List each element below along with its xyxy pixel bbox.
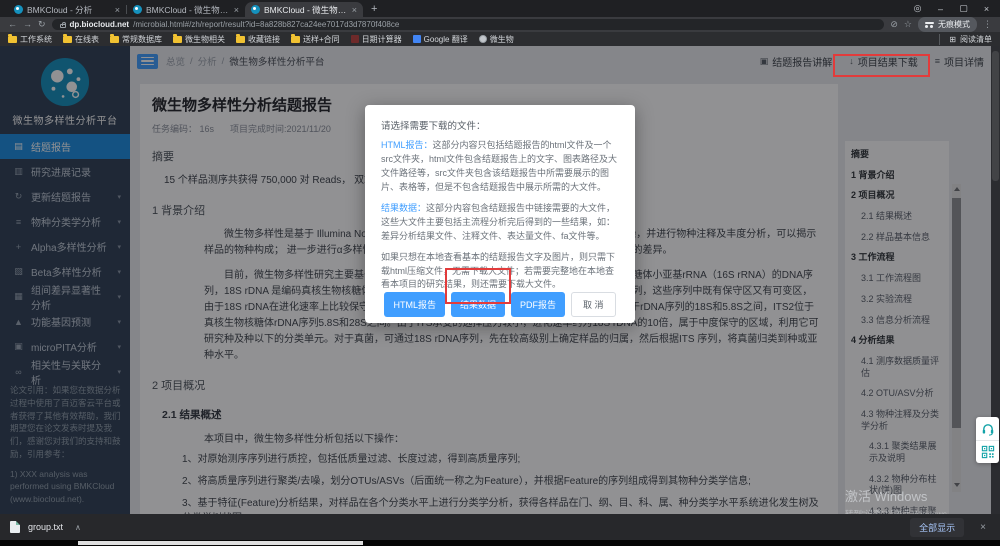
reading-list-button[interactable]: ⊞ 阅读清单 bbox=[939, 34, 992, 45]
browser-tab-2[interactable]: BMKCloud - 微生物多样性分析 × bbox=[127, 2, 245, 17]
close-button[interactable]: × bbox=[975, 4, 998, 14]
bookmark-item[interactable]: 日期计算器 bbox=[351, 34, 402, 45]
globe-icon bbox=[479, 35, 487, 43]
tab-title: BMKCloud - 分析 bbox=[27, 4, 111, 16]
browser-tab-1[interactable]: BMKCloud - 分析 × bbox=[8, 2, 126, 17]
caret-up-icon[interactable]: ∧ bbox=[75, 523, 81, 532]
tab-close-icon[interactable]: × bbox=[115, 5, 120, 15]
close-shelf-icon[interactable]: × bbox=[980, 522, 986, 533]
folder-icon bbox=[173, 36, 182, 43]
floating-widget bbox=[976, 417, 999, 463]
result-data-label: 结果数据： bbox=[381, 203, 426, 213]
downloaded-file-button[interactable]: group.txt bbox=[28, 522, 63, 532]
taskbar-strip bbox=[0, 540, 1000, 546]
minimize-button[interactable]: – bbox=[929, 4, 952, 14]
taskbar-segment bbox=[78, 541, 363, 545]
bookmark-item[interactable]: 送样+合同 bbox=[291, 34, 340, 45]
incognito-label: 无痕模式 bbox=[938, 19, 970, 30]
folder-icon bbox=[291, 36, 300, 43]
html-report-description: HTML报告：这部分内容只包括结题报告的html文件及一个src文件夹，html… bbox=[381, 139, 619, 195]
html-report-button[interactable]: HTML报告 bbox=[384, 292, 445, 317]
bookmarks-bar: 工作系统 在线表 常规数据库 微生物相关 收藏链接 送样+合同 日期计算器 Go… bbox=[0, 32, 1000, 46]
file-icon bbox=[10, 521, 20, 533]
customer-service-button[interactable] bbox=[976, 417, 999, 440]
headset-icon bbox=[981, 422, 995, 436]
bookmark-item[interactable]: 收藏链接 bbox=[236, 34, 280, 45]
url-path: /microbial.html#/zh/report/result?id=8a8… bbox=[133, 20, 399, 29]
html-report-label: HTML报告： bbox=[381, 140, 433, 150]
translate-site-icon bbox=[413, 35, 421, 43]
bookmark-item[interactable]: Google 翻译 bbox=[413, 34, 468, 45]
bmk-favicon bbox=[251, 5, 260, 14]
reading-list-icon: ⊞ bbox=[949, 35, 956, 44]
pdf-report-button[interactable]: PDF报告 bbox=[511, 292, 565, 317]
reload-icon[interactable]: ↻ bbox=[38, 20, 46, 29]
forward-icon[interactable]: → bbox=[23, 20, 32, 29]
tab-close-icon[interactable]: × bbox=[352, 5, 357, 15]
cancel-button[interactable]: 取 消 bbox=[571, 292, 616, 317]
bookmark-item[interactable]: 在线表 bbox=[63, 34, 99, 45]
blocked-eye-icon[interactable]: ⊘ bbox=[890, 20, 898, 29]
bookmark-star-icon[interactable]: ☆ bbox=[904, 20, 912, 29]
tab-strip: BMKCloud - 分析 × BMKCloud - 微生物多样性分析 × BM… bbox=[0, 0, 1000, 17]
window-controls: ◎ – ▢ × bbox=[906, 0, 998, 17]
download-shelf: group.txt ∧ 全部显示 × bbox=[0, 514, 1000, 540]
bookmark-item[interactable]: 工作系统 bbox=[8, 34, 52, 45]
folder-icon bbox=[110, 36, 119, 43]
incognito-badge: 无痕模式 bbox=[918, 17, 977, 32]
browser-menu-icon[interactable]: ⋮ bbox=[983, 20, 992, 29]
browser-window: BMKCloud - 分析 × BMKCloud - 微生物多样性分析 × BM… bbox=[0, 0, 1000, 546]
new-tab-button[interactable]: + bbox=[371, 3, 377, 15]
qr-code-button[interactable] bbox=[976, 440, 999, 463]
incognito-icon bbox=[925, 22, 934, 28]
tab-title: BMKCloud - 微生物多样性分析 bbox=[146, 4, 230, 16]
result-data-description: 结果数据：这部分内容包含结题报告中链接需要的大文件，这些大文件主要包括主流程分析… bbox=[381, 202, 619, 244]
address-input[interactable]: dp.biocloud.net/microbial.html#/zh/repor… bbox=[52, 19, 885, 30]
bmk-favicon bbox=[133, 5, 142, 14]
url-bar: ← → ↻ dp.biocloud.net/microbial.html#/zh… bbox=[0, 17, 1000, 32]
qr-code-icon bbox=[981, 445, 995, 459]
bookmark-item[interactable]: 微生物 bbox=[479, 34, 514, 45]
browser-tab-3-active[interactable]: BMKCloud - 微生物多样性分析 × bbox=[245, 2, 363, 17]
url-domain: dp.biocloud.net bbox=[70, 20, 130, 29]
bookmark-item[interactable]: 微生物相关 bbox=[173, 34, 225, 45]
folder-icon bbox=[63, 36, 72, 43]
calculator-site-icon bbox=[351, 35, 359, 43]
tab-title: BMKCloud - 微生物多样性分析 bbox=[264, 4, 348, 16]
back-icon[interactable]: ← bbox=[8, 20, 17, 29]
maximize-button[interactable]: ▢ bbox=[952, 3, 975, 14]
tab-close-icon[interactable]: × bbox=[234, 5, 239, 15]
annotation-box-result-data bbox=[445, 268, 511, 304]
bookmark-item[interactable]: 常规数据库 bbox=[110, 34, 162, 45]
bmk-favicon bbox=[14, 5, 23, 14]
folder-icon bbox=[236, 36, 245, 43]
folder-icon bbox=[8, 36, 17, 43]
show-all-downloads-button[interactable]: 全部显示 bbox=[910, 518, 964, 537]
settings-dot-icon[interactable]: ◎ bbox=[906, 3, 929, 14]
dialog-title: 请选择需要下载的文件： bbox=[381, 118, 619, 132]
lock-icon bbox=[60, 24, 66, 28]
annotation-box-download bbox=[833, 54, 930, 77]
